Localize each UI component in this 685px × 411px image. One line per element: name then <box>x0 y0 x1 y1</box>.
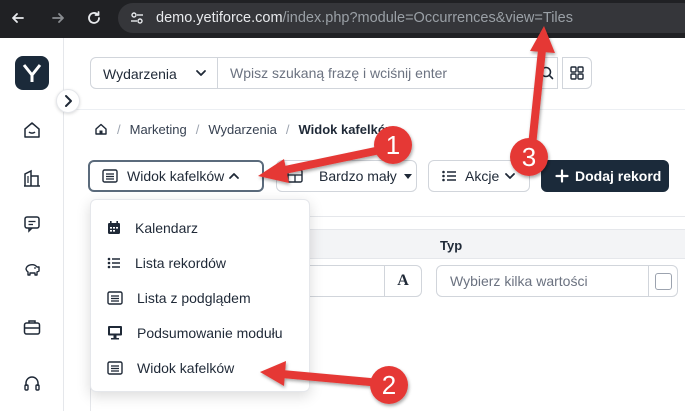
text-filter-input[interactable] <box>300 265 385 297</box>
grid-icon <box>570 66 584 80</box>
breadcrumb-separator: / <box>285 121 290 137</box>
menu-item-record-list[interactable]: Lista rekordów <box>91 245 311 280</box>
type-filter-select[interactable] <box>436 265 649 297</box>
module-select[interactable]: Wydarzenia <box>90 57 218 89</box>
chevron-down-icon <box>196 70 206 76</box>
view-switch-label: Widok kafelków <box>127 168 225 184</box>
breadcrumb-current: Widok kafelków <box>298 121 396 137</box>
url-path: /index.php?module=Occurrences&view=Tiles <box>282 10 573 26</box>
chat-icon[interactable] <box>22 214 42 234</box>
caret-down-icon <box>403 174 412 179</box>
annotation-badge-2-label: 2 <box>382 370 396 400</box>
list-preview-icon <box>107 290 123 305</box>
list-icon <box>442 170 456 182</box>
menu-item-label: Widok kafelków <box>137 359 235 376</box>
tiles-icon <box>102 169 118 183</box>
search-icon <box>540 66 554 80</box>
menu-item-label: Lista z podglądem <box>137 289 251 306</box>
back-icon[interactable] <box>10 10 26 26</box>
view-switch-menu: Kalendarz Lista rekordów Lista z podgląd… <box>90 199 310 392</box>
type-filter-checkbox[interactable] <box>655 273 672 290</box>
breadcrumb-item-marketing[interactable]: Marketing <box>130 122 187 137</box>
reload-icon[interactable] <box>86 10 102 26</box>
menu-item-label: Lista rekordów <box>135 254 227 271</box>
briefcase-icon[interactable] <box>22 317 42 337</box>
view-switch-button[interactable]: Widok kafelków <box>88 160 264 192</box>
table-header: Typ <box>300 229 685 259</box>
yetiforce-logo[interactable] <box>15 56 49 90</box>
menu-item-module-summary[interactable]: Podsumowanie modułu <box>91 315 311 350</box>
tiles-icon <box>107 360 123 375</box>
breadcrumb-separator: / <box>195 121 200 137</box>
browser-toolbar: demo.yetiforce.com/index.php?module=Occu… <box>0 0 685 38</box>
tile-size-label: Bardzo mały <box>319 168 397 184</box>
column-header-type[interactable]: Typ <box>440 238 462 253</box>
desktop-icon <box>108 326 122 340</box>
app-header: Wydarzenia <box>64 38 685 110</box>
home-icon[interactable] <box>94 122 108 136</box>
headset-icon[interactable] <box>22 373 42 393</box>
menu-item-label: Podsumowanie modułu <box>137 324 283 341</box>
breadcrumb: / Marketing / Wydarzenia / Widok kafelkó… <box>94 121 396 137</box>
address-bar[interactable]: demo.yetiforce.com/index.php?module=Occu… <box>118 3 685 33</box>
actions-label: Akcje <box>465 168 500 184</box>
annotation-badge-2 <box>370 366 408 404</box>
menu-item-calendar[interactable]: Kalendarz <box>91 210 311 245</box>
app-sidebar <box>0 38 64 411</box>
search-button[interactable] <box>534 57 560 89</box>
add-record-label: Dodaj rekord <box>575 168 662 184</box>
sidebar-collapse-button[interactable] <box>56 89 80 113</box>
tile-size-button[interactable]: Bardzo mały <box>276 160 417 192</box>
breadcrumb-separator: / <box>117 121 121 137</box>
home-icon[interactable] <box>22 120 42 140</box>
actions-button[interactable]: Akcje <box>428 160 530 192</box>
type-filter-checkbox-wrap[interactable] <box>648 265 678 297</box>
plus-icon <box>555 169 569 183</box>
text-filter-operator-button[interactable]: A <box>384 265 422 297</box>
menu-item-list-preview[interactable]: Lista z podglądem <box>91 280 311 315</box>
url-host: demo.yetiforce.com <box>156 10 283 26</box>
url-text: demo.yetiforce.com/index.php?module=Occu… <box>156 10 573 26</box>
chevron-right-icon <box>65 95 72 107</box>
advanced-search-button[interactable] <box>562 57 592 89</box>
calendar-icon <box>108 221 120 234</box>
module-select-value: Wydarzenia <box>103 66 177 82</box>
chevron-down-icon <box>505 173 516 179</box>
breadcrumb-item-module[interactable]: Wydarzenia <box>208 122 277 137</box>
global-search-input[interactable] <box>218 57 558 89</box>
chevron-up-icon <box>229 173 240 179</box>
piggy-bank-icon[interactable] <box>22 259 42 279</box>
site-settings-icon[interactable] <box>130 11 144 25</box>
menu-item-label: Kalendarz <box>135 219 199 236</box>
forward-icon[interactable] <box>50 10 66 26</box>
menu-item-tiles-view[interactable]: Widok kafelków <box>91 350 311 385</box>
add-record-button[interactable]: Dodaj rekord <box>541 160 669 192</box>
list-icon <box>107 257 120 268</box>
table-icon <box>287 169 303 183</box>
building-icon[interactable] <box>22 168 42 188</box>
